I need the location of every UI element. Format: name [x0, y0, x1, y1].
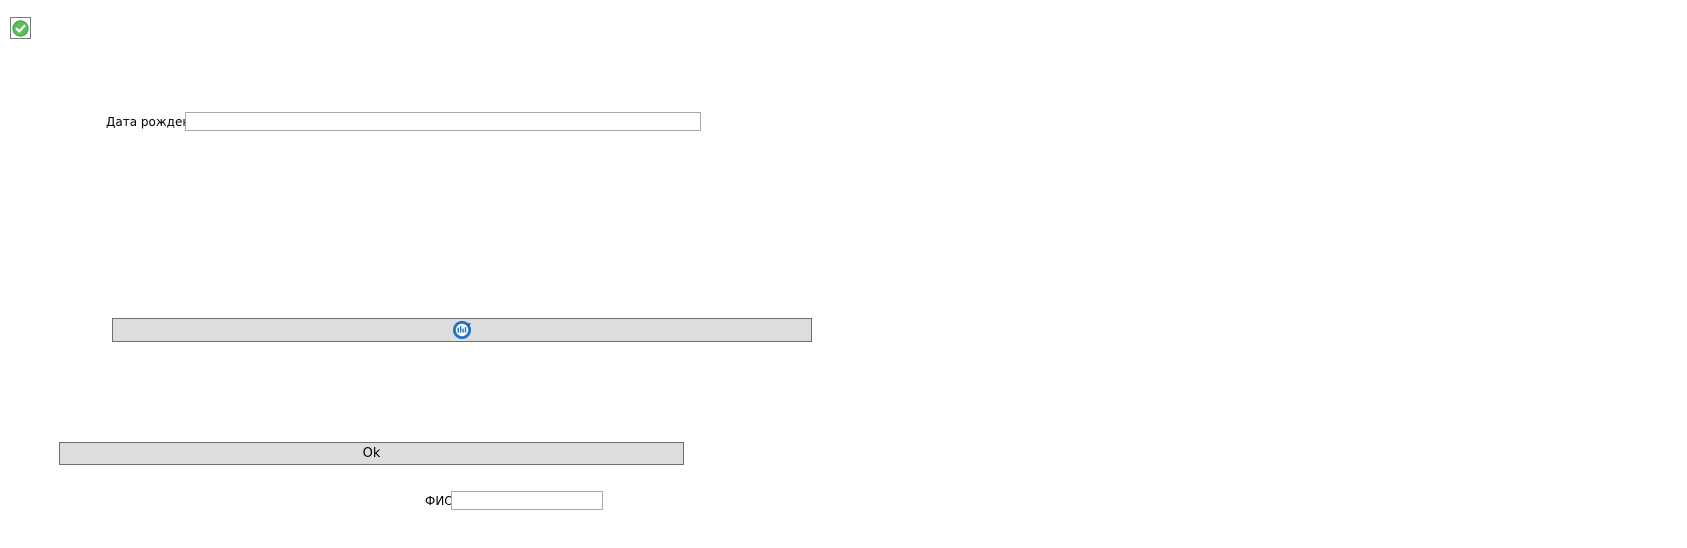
- birth-date-field[interactable]: [185, 112, 701, 131]
- ok-button[interactable]: Ok: [59, 442, 684, 465]
- full-name-field[interactable]: [451, 491, 603, 510]
- status-checkbox[interactable]: [10, 17, 31, 39]
- full-name-label: ФИО: [425, 494, 454, 508]
- check-circle-icon: [12, 19, 29, 37]
- refresh-icon: [453, 321, 471, 339]
- refresh-button[interactable]: [112, 318, 812, 342]
